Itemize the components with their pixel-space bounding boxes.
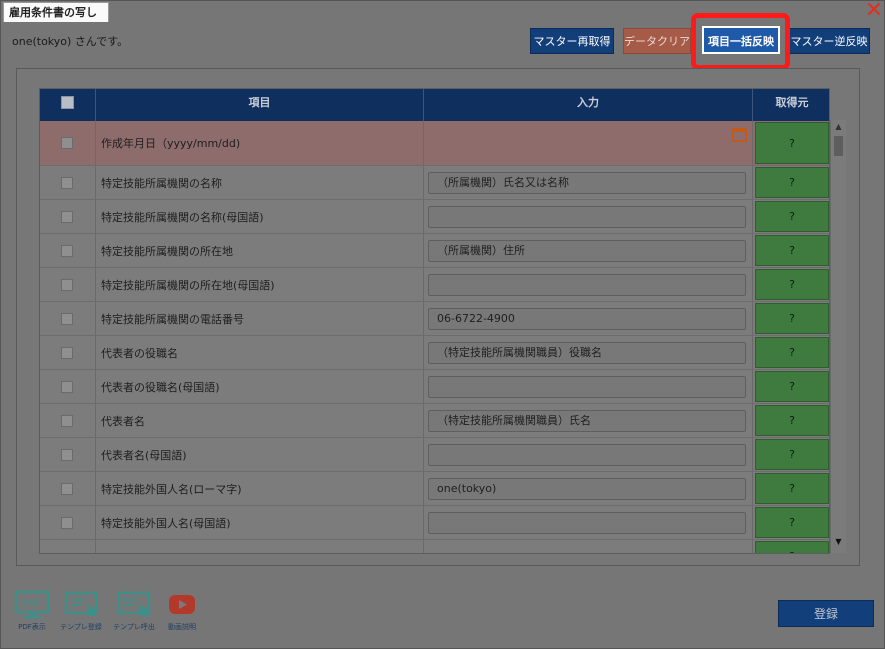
scroll-down-icon[interactable]: ▼ <box>831 535 846 549</box>
calendar-icon[interactable] <box>732 128 747 142</box>
dialog-title: 雇用条件書の写し <box>3 2 109 22</box>
header-source: 取得元 <box>775 96 809 109</box>
register-button[interactable]: 登録 <box>778 600 874 627</box>
template-call-label: テンプレ呼出 <box>113 623 155 631</box>
row-input[interactable]: （特定技能所属機関職員）役職名 <box>428 341 746 364</box>
table-row: 特定技能外国人名(母国語) ? <box>40 506 829 540</box>
table-row: 特定技能所属機関の所在地(母国語) ? <box>40 268 829 302</box>
row-checkbox[interactable] <box>61 380 73 393</box>
source-button[interactable]: ? <box>755 507 829 538</box>
template-register-icon <box>64 591 98 616</box>
template-register-label: テンプレ登録 <box>60 623 102 631</box>
source-button[interactable]: ? <box>755 269 829 300</box>
template-register-button[interactable]: テンプレ登録 <box>59 590 103 632</box>
source-button[interactable]: ? <box>755 201 829 232</box>
table-row: 代表者の役職名(母国語) ? <box>40 370 829 404</box>
table-scrollbar[interactable]: ▲ ▼ <box>830 120 846 553</box>
source-button[interactable]: ? <box>755 541 829 553</box>
row-input[interactable] <box>428 205 746 228</box>
table-row: 作成年月日（yyyy/mm/dd) ? <box>40 121 829 166</box>
row-input[interactable]: 06-6722-4900 <box>428 307 746 330</box>
source-button[interactable]: ? <box>755 235 829 266</box>
template-call-button[interactable]: テンプレ呼出 <box>112 590 156 632</box>
table-header: 項目 入力 取得元 <box>40 89 829 121</box>
table-row: 代表者名(母国語) ? <box>40 438 829 472</box>
source-button[interactable]: ? <box>755 405 829 436</box>
row-checkbox[interactable] <box>61 278 73 291</box>
row-checkbox[interactable] <box>61 176 73 189</box>
row-input[interactable] <box>428 375 746 398</box>
row-label: 特定技能所属機関の所在地(母国語) <box>96 268 424 301</box>
source-button[interactable]: ? <box>755 122 829 164</box>
row-checkbox[interactable] <box>61 312 73 325</box>
row-checkbox[interactable] <box>61 414 73 427</box>
row-input[interactable] <box>428 511 746 534</box>
row-checkbox[interactable] <box>61 448 73 461</box>
master-reverse-button[interactable]: マスター逆反映 <box>788 28 870 54</box>
video-guide-button[interactable]: 動画説明 <box>160 590 204 632</box>
source-button[interactable]: ? <box>755 371 829 402</box>
row-label: 作成年月日（yyyy/mm/dd) <box>96 121 424 165</box>
row-label: 代表者の役職名(母国語) <box>96 370 424 403</box>
pdf-view-label: PDF表示 <box>18 623 46 631</box>
source-button[interactable]: ? <box>755 439 829 470</box>
pdf-view-button[interactable]: PDF PDF表示 <box>10 590 54 632</box>
header-select-all[interactable] <box>40 89 96 121</box>
row-label: 特定技能所属機関の所在地 <box>96 234 424 267</box>
row-checkbox[interactable] <box>61 346 73 359</box>
source-button[interactable]: ? <box>755 473 829 504</box>
row-label: 特定技能所属機関の名称 <box>96 166 424 199</box>
data-clear-button[interactable]: データクリア <box>623 28 691 54</box>
row-checkbox[interactable] <box>61 516 73 529</box>
pdf-icon-text: PDF <box>23 599 41 609</box>
row-checkbox[interactable] <box>61 137 73 149</box>
row-label: 代表者名 <box>96 404 424 437</box>
row-input[interactable]: （所属機関）氏名又は名称 <box>428 171 746 194</box>
scroll-up-icon[interactable]: ▲ <box>831 120 846 134</box>
table-row: 特定技能所属機関の名称 （所属機関）氏名又は名称 ? <box>40 166 829 200</box>
header-item: 項目 <box>96 89 424 121</box>
user-greeting: one(tokyo) さんです。 <box>12 35 129 48</box>
header-input: 入力 <box>424 89 753 121</box>
row-label: 特定技能外国人名(母国語) <box>96 506 424 539</box>
source-button[interactable]: ? <box>755 167 829 198</box>
row-label: 代表者の役職名 <box>96 336 424 369</box>
select-all-checkbox[interactable] <box>61 95 74 109</box>
table-row: 代表者の役職名 （特定技能所属機関職員）役職名 ? <box>40 336 829 370</box>
row-input[interactable]: （特定技能所属機関職員）氏名 <box>428 409 746 432</box>
row-input[interactable]: （所属機関）住所 <box>428 239 746 262</box>
source-button[interactable]: ? <box>755 337 829 368</box>
table-row: 特定技能所属機関の電話番号 06-6722-4900 ? <box>40 302 829 336</box>
table-row: 特定技能外国人名(ローマ字) one(tokyo) ? <box>40 472 829 506</box>
row-label: 特定技能外国人名(ローマ字) <box>96 472 424 505</box>
close-icon[interactable]: ✕ <box>862 0 885 24</box>
video-guide-label: 動画説明 <box>168 623 196 631</box>
table-row: 代表者名 （特定技能所属機関職員）氏名 ? <box>40 404 829 438</box>
source-button[interactable]: ? <box>755 303 829 334</box>
row-label: 特定技能所属機関の名称(母国語) <box>96 200 424 233</box>
table-row: 特定技能所属機関の名称(母国語) ? <box>40 200 829 234</box>
row-input[interactable]: one(tokyo) <box>428 477 746 500</box>
row-checkbox[interactable] <box>61 210 73 223</box>
table-row: 特定技能所属機関の所在地 （所属機関）住所 ? <box>40 234 829 268</box>
template-call-icon <box>117 591 151 616</box>
row-label: 代表者名(母国語) <box>96 438 424 471</box>
table-row: ? <box>40 540 829 553</box>
row-input[interactable] <box>428 273 746 296</box>
row-label <box>96 540 424 553</box>
bulk-apply-button[interactable]: 項目一括反映 <box>702 26 780 54</box>
master-refetch-button[interactable]: マスター再取得 <box>530 28 614 54</box>
row-checkbox[interactable] <box>61 482 73 495</box>
video-play-icon <box>169 595 195 614</box>
row-label: 特定技能所属機関の電話番号 <box>96 302 424 335</box>
scroll-thumb[interactable] <box>834 136 843 156</box>
row-input[interactable] <box>428 443 746 466</box>
data-table: 項目 入力 取得元 作成年月日（yyyy/mm/dd) ? 特定技能所属機関の名… <box>39 88 830 554</box>
pdf-monitor-icon: PDF <box>14 590 50 619</box>
row-checkbox[interactable] <box>61 244 73 257</box>
